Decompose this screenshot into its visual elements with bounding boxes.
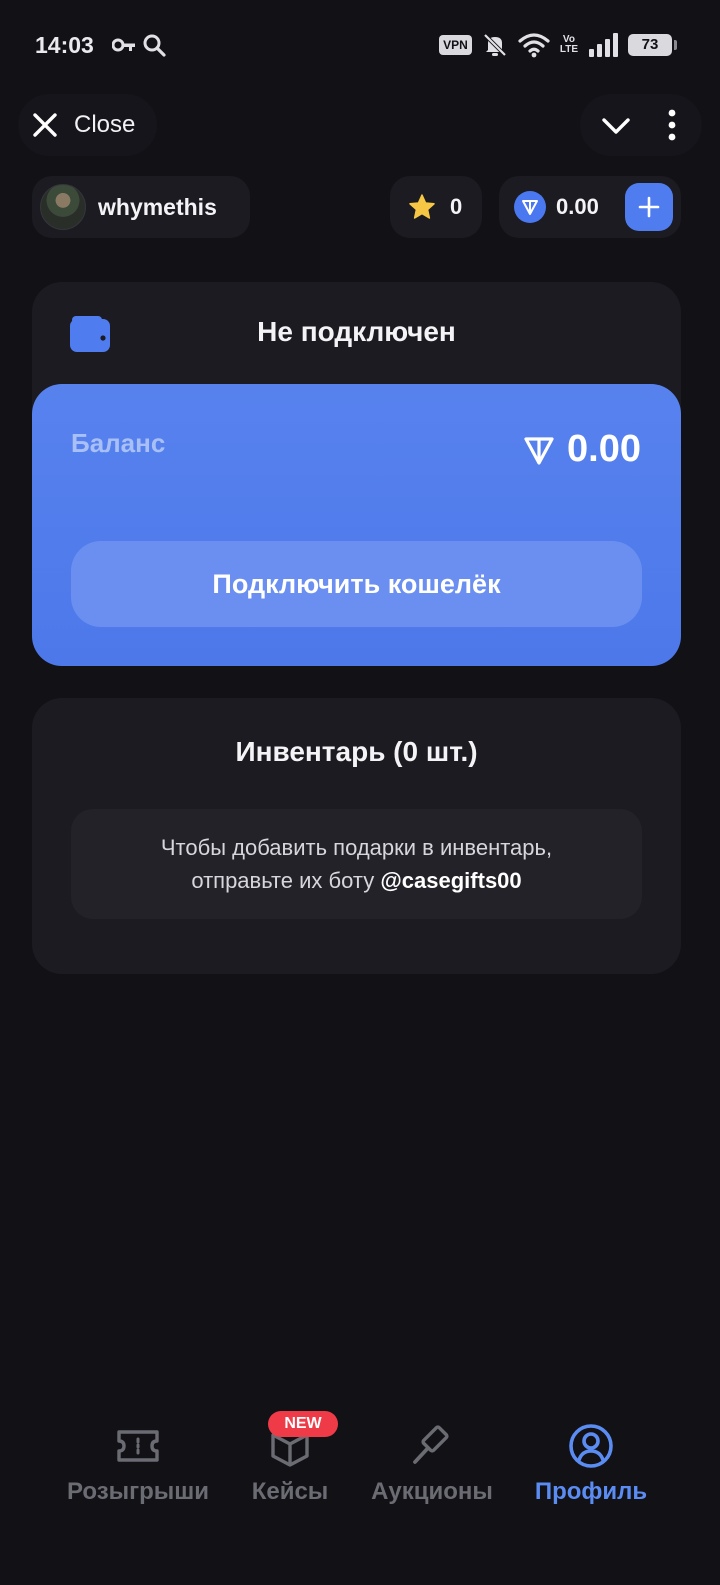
- stars-balance-chip[interactable]: 0: [390, 176, 482, 238]
- ton-balance-value: 0.00: [556, 194, 599, 219]
- status-indicators: VPN Vo LTE 73: [439, 32, 677, 58]
- balance-amount-group: 0.00: [523, 428, 641, 471]
- stars-count: 0: [450, 194, 463, 219]
- balance-amount: 0.00: [567, 428, 641, 470]
- chevron-down-icon: [602, 118, 630, 134]
- nav-label-cases: Кейсы: [251, 1478, 329, 1505]
- more-options-button[interactable]: [654, 106, 690, 144]
- close-icon: [33, 113, 57, 137]
- profile-icon: [568, 1420, 614, 1472]
- note-line-2: отправьте их боту @casegifts00: [191, 864, 521, 897]
- collapse-button[interactable]: [598, 108, 634, 144]
- nav-label-giveaways: Розыгрыши: [66, 1478, 210, 1505]
- close-button[interactable]: Close: [18, 94, 158, 156]
- balance-label: Баланс: [71, 428, 166, 458]
- signal-icon: [589, 33, 618, 57]
- nav-item-auctions[interactable]: Аукционы: [342, 1420, 522, 1506]
- nav-label-auctions: Аукционы: [371, 1478, 493, 1505]
- key-icon: [112, 38, 135, 52]
- ton-icon: [514, 191, 546, 223]
- bottom-nav: Розыгрыши Кейсы Аукционы Профиль NEW: [0, 1390, 720, 1540]
- ton-balance-chip[interactable]: 0.00: [499, 176, 681, 238]
- plus-icon: [638, 196, 660, 218]
- star-icon: [409, 194, 435, 219]
- app-screen: 14:03 VPN Vo LTE 73 Close whymethis 0 0.…: [0, 0, 720, 1585]
- battery-indicator: 73: [628, 34, 677, 56]
- wallet-card: Не подключен Баланс 0.00 Подключить коше…: [32, 282, 681, 666]
- nav-item-profile[interactable]: Профиль: [501, 1420, 681, 1506]
- volte-bottom: LTE: [559, 44, 578, 55]
- bot-handle-link[interactable]: @casegifts00: [380, 868, 521, 893]
- wallet-status: Не подключен: [257, 316, 456, 347]
- username: whymethis: [98, 193, 217, 220]
- search-icon: [143, 34, 166, 57]
- ticket-icon: [115, 1420, 161, 1472]
- note-line-1: Чтобы добавить подарки в инвентарь,: [160, 835, 553, 860]
- volte-indicator: Vo LTE: [560, 35, 578, 55]
- muted-bell-icon: [483, 33, 507, 57]
- gavel-icon: [410, 1420, 454, 1472]
- user-chip[interactable]: whymethis: [32, 176, 250, 238]
- wifi-icon: [518, 33, 550, 58]
- nav-label-profile: Профиль: [534, 1478, 648, 1505]
- inventory-title: Инвентарь (0 шт.): [235, 736, 478, 767]
- balance-card: Баланс 0.00 Подключить кошелёк: [32, 384, 681, 666]
- more-vertical-icon: [668, 109, 676, 141]
- ton-icon: [524, 436, 554, 465]
- close-label: Close: [74, 111, 136, 138]
- vpn-badge: VPN: [439, 35, 472, 55]
- status-time: 14:03: [35, 32, 94, 58]
- connect-wallet-button[interactable]: Подключить кошелёк: [71, 541, 642, 627]
- inventory-card: Инвентарь (0 шт.) Чтобы добавить подарки…: [32, 698, 681, 974]
- note-line-2-prefix: отправьте их боту: [191, 868, 381, 893]
- avatar: [40, 184, 86, 230]
- new-badge: NEW: [268, 1411, 338, 1437]
- inventory-empty-note: Чтобы добавить подарки в инвентарь, отпр…: [71, 809, 642, 919]
- add-funds-button[interactable]: [625, 183, 673, 231]
- status-bar: 14:03 VPN Vo LTE 73: [0, 0, 720, 92]
- header-actions: [580, 94, 702, 156]
